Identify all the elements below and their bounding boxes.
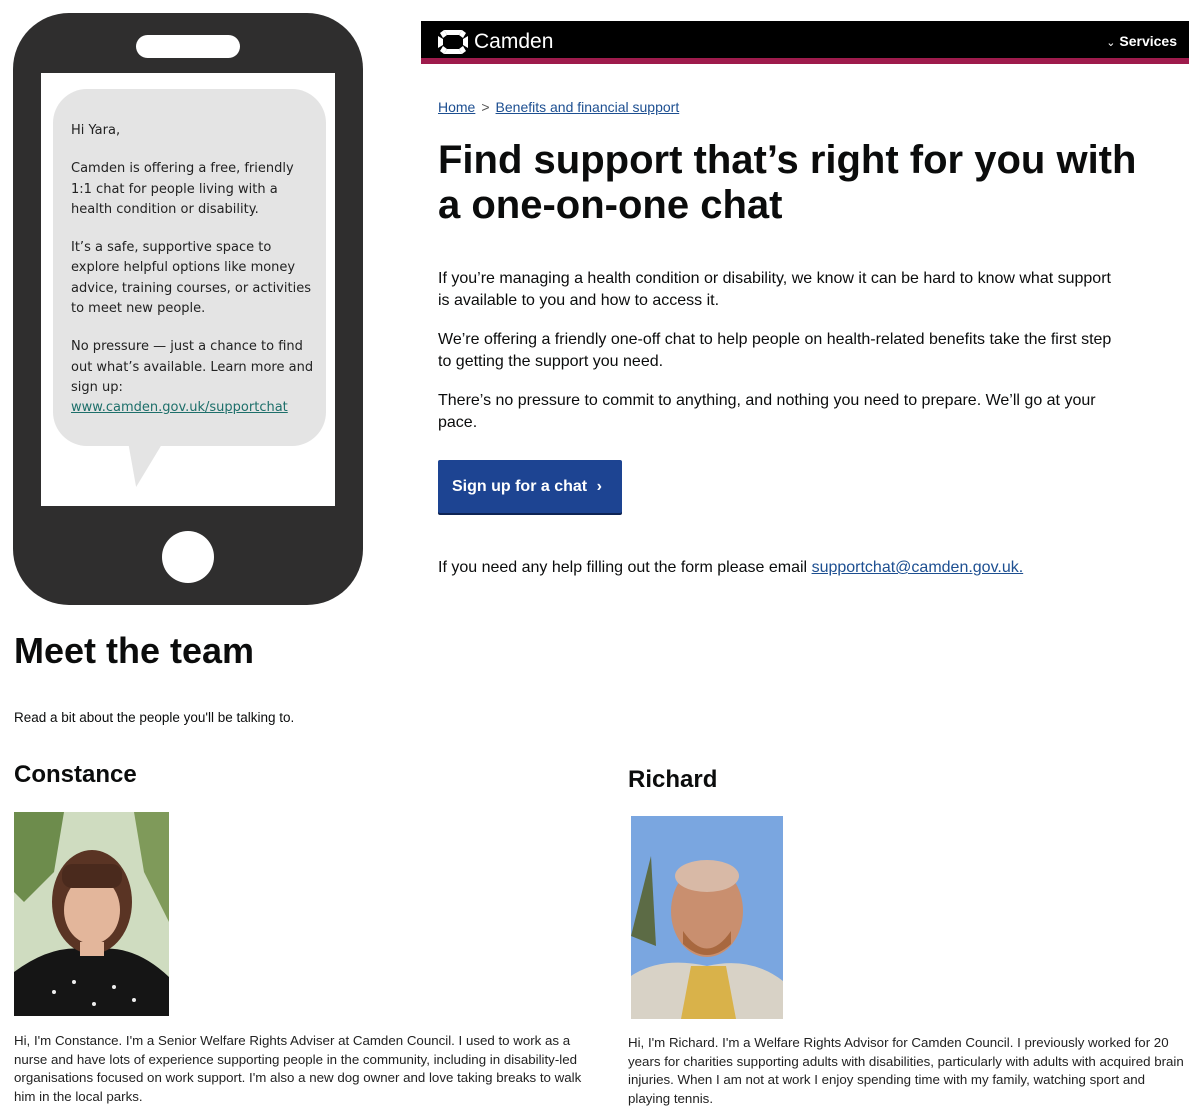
breadcrumb-current[interactable]: Benefits and financial support bbox=[496, 99, 680, 115]
breadcrumb-home[interactable]: Home bbox=[438, 99, 475, 115]
help-text: If you need any help filling out the for… bbox=[438, 557, 1023, 579]
team-member-name-richard: Richard bbox=[628, 766, 718, 793]
sms-greeting: Hi Yara, bbox=[71, 123, 121, 138]
team-member-bio-constance: Hi, I'm Constance. I'm a Senior Welfare … bbox=[14, 1033, 582, 1104]
chevron-down-icon: ⌄ bbox=[1106, 37, 1116, 49]
site-header: Camden ⌄ Services bbox=[421, 21, 1189, 64]
sms-paragraph-2: It’s a safe, supportive space to explore… bbox=[71, 240, 311, 317]
intro-paragraph-3: There’s no pressure to commit to anythin… bbox=[438, 392, 1096, 431]
sms-paragraph-1: Camden is offering a free, friendly 1:1 … bbox=[71, 161, 294, 217]
constance-portrait bbox=[14, 812, 169, 1016]
team-section-title: Meet the team bbox=[14, 630, 255, 671]
help-text-label: If you need any help filling out the for… bbox=[438, 559, 808, 576]
sms-message: Hi Yara, Camden is offering a free, frie… bbox=[71, 121, 316, 419]
phone-illustration: Hi Yara, Camden is offering a free, frie… bbox=[13, 13, 363, 605]
sms-paragraph-3-text: No pressure — just a chance to find out … bbox=[71, 339, 314, 395]
sms-link[interactable]: www.camden.gov.uk/supportchat bbox=[71, 400, 288, 415]
breadcrumb: Home > Benefits and financial support bbox=[438, 99, 679, 115]
richard-portrait bbox=[631, 816, 783, 1019]
logo-text: Camden bbox=[474, 30, 554, 53]
services-label: Services bbox=[1119, 33, 1177, 49]
phone-home-button bbox=[162, 531, 214, 583]
phone-screen: Hi Yara, Camden is offering a free, frie… bbox=[41, 73, 335, 506]
intro-paragraph-2: We’re offering a friendly one-off chat t… bbox=[438, 331, 1112, 370]
richard-photo bbox=[631, 816, 783, 1019]
chevron-right-icon: › bbox=[596, 477, 602, 495]
team-intro: Read a bit about the people you'll be ta… bbox=[14, 710, 295, 725]
phone-speaker bbox=[136, 35, 240, 58]
sms-bubble-tail bbox=[118, 441, 164, 487]
team-member-bio-richard: Hi, I'm Richard. I'm a Welfare Rights Ad… bbox=[628, 1035, 1184, 1106]
services-menu[interactable]: ⌄ Services bbox=[1106, 33, 1177, 49]
sign-up-button[interactable]: Sign up for a chat › bbox=[438, 460, 622, 513]
constance-photo bbox=[14, 812, 169, 1016]
help-email-link[interactable]: supportchat@camden.gov.uk. bbox=[812, 559, 1024, 576]
intro-paragraph-1: If you’re managing a health condition or… bbox=[438, 270, 1111, 309]
camden-logo-icon bbox=[438, 30, 468, 54]
team-member-name-constance: Constance bbox=[14, 761, 137, 788]
page-title: Find support that’s right for you with a… bbox=[438, 138, 1137, 227]
sms-bubble: Hi Yara, Camden is offering a free, frie… bbox=[53, 89, 326, 446]
breadcrumb-separator: > bbox=[481, 99, 490, 115]
camden-logo[interactable]: Camden bbox=[438, 30, 553, 54]
sms-paragraph-3: No pressure — just a chance to find out … bbox=[71, 337, 316, 418]
sign-up-label: Sign up for a chat bbox=[452, 477, 588, 495]
